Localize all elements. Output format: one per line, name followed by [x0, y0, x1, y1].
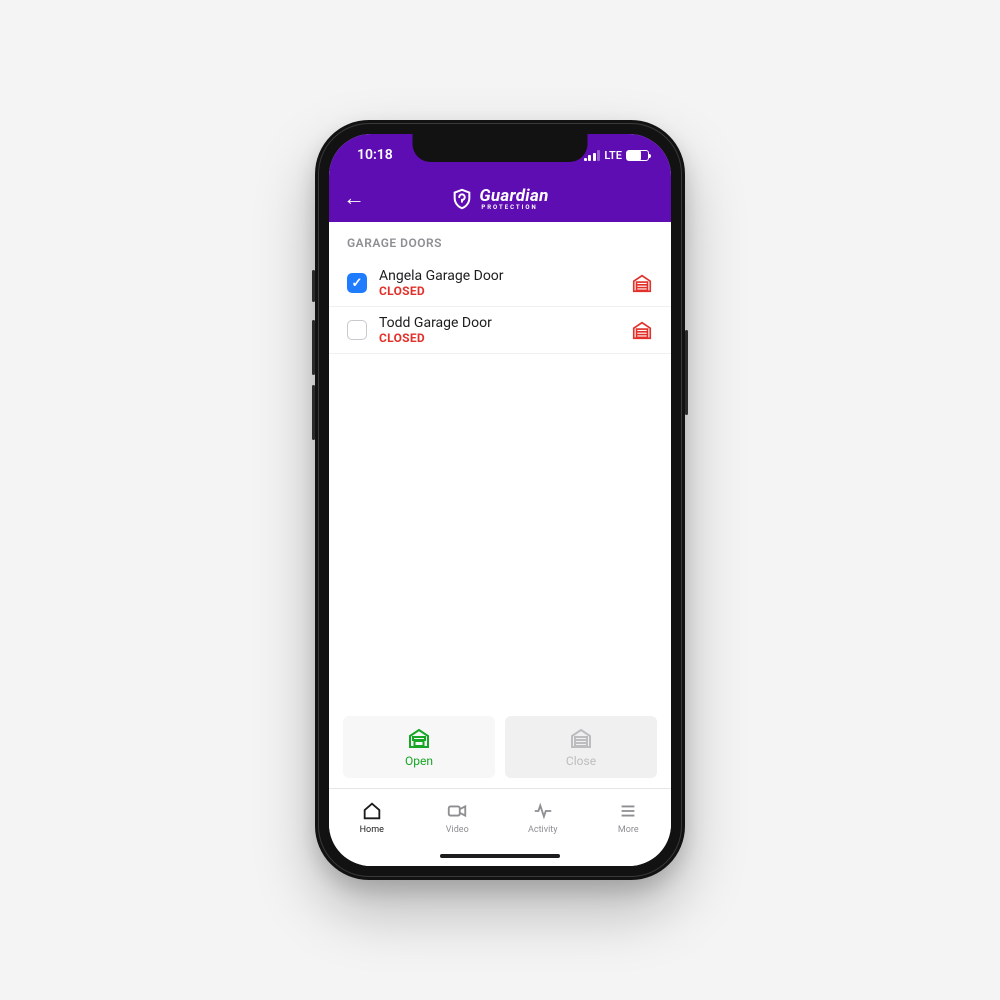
status-time: 10:18 [357, 147, 393, 163]
checkbox[interactable] [347, 273, 367, 293]
signal-icon [584, 150, 601, 161]
checkbox[interactable] [347, 320, 367, 340]
screen: 10:18 LTE ← Guardian PROTECTION [329, 134, 671, 866]
nav-header: ← Guardian PROTECTION [329, 176, 671, 222]
network-label: LTE [604, 149, 622, 162]
shield-icon [451, 188, 473, 210]
tab-more[interactable]: More [586, 789, 672, 846]
menu-icon [617, 800, 639, 822]
door-name: Todd Garage Door [379, 315, 619, 331]
phone-side-button [312, 320, 315, 375]
tab-bar: Home Video Activity More [329, 788, 671, 846]
phone-side-button [312, 270, 315, 302]
open-button[interactable]: Open [343, 716, 495, 778]
notch [413, 134, 588, 162]
tab-label: Activity [528, 825, 557, 835]
phone-side-button [312, 385, 315, 440]
tab-activity[interactable]: Activity [500, 789, 586, 846]
door-info: Angela Garage Door CLOSED [379, 268, 619, 298]
garage-open-icon [407, 726, 431, 750]
door-info: Todd Garage Door CLOSED [379, 315, 619, 345]
video-icon [446, 800, 468, 822]
phone-frame: 10:18 LTE ← Guardian PROTECTION [315, 120, 685, 880]
door-status: CLOSED [379, 331, 619, 345]
list-item[interactable]: Todd Garage Door CLOSED [329, 307, 671, 354]
garage-closed-icon [569, 726, 593, 750]
section-title: GARAGE DOORS [329, 222, 671, 260]
brand: Guardian PROTECTION [451, 188, 548, 211]
open-button-label: Open [405, 754, 433, 768]
action-bar: Open Close [329, 716, 671, 788]
battery-icon [626, 150, 649, 161]
home-icon [361, 800, 383, 822]
back-button[interactable]: ← [343, 188, 365, 210]
content[interactable]: GARAGE DOORS Angela Garage Door CLOSED T… [329, 222, 671, 716]
tab-label: More [618, 825, 639, 835]
tab-home[interactable]: Home [329, 789, 415, 846]
close-button[interactable]: Close [505, 716, 657, 778]
tab-video[interactable]: Video [415, 789, 501, 846]
tab-label: Home [360, 825, 384, 835]
tab-label: Video [446, 825, 469, 835]
phone-side-button [685, 330, 688, 415]
status-right: LTE [584, 149, 649, 162]
door-status: CLOSED [379, 284, 619, 298]
brand-name: Guardian [479, 188, 548, 205]
home-indicator[interactable] [329, 846, 671, 866]
list-item[interactable]: Angela Garage Door CLOSED [329, 260, 671, 307]
garage-closed-icon [631, 319, 653, 341]
close-button-label: Close [566, 754, 596, 768]
garage-closed-icon [631, 272, 653, 294]
brand-subtitle: PROTECTION [481, 205, 537, 211]
activity-icon [532, 800, 554, 822]
door-name: Angela Garage Door [379, 268, 619, 284]
